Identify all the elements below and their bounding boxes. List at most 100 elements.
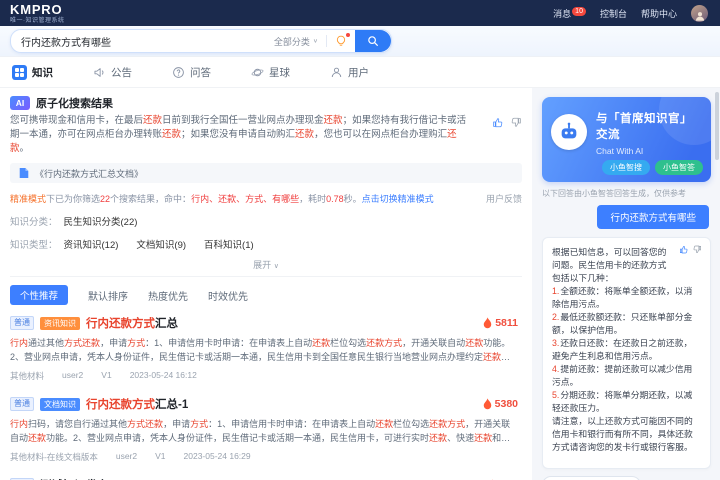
type-badge: 文档知识 [40, 397, 80, 411]
tab-label: 星球 [269, 66, 290, 79]
console-link[interactable]: 控制台 [600, 7, 627, 20]
category-selector[interactable]: 全部分类 ∨ [274, 35, 318, 48]
expand-toggle[interactable]: 展开 ∨ [10, 258, 522, 271]
messages-label: 消息 [553, 8, 572, 19]
tab-announcement[interactable]: 公告 [93, 65, 132, 80]
result-title[interactable]: 行内还款方式汇总-1 [86, 396, 188, 412]
answer-list-item: 2.最低还款额还款：只还账单部分金额，以保护信用。 [552, 312, 693, 335]
tab-knowledge[interactable]: 知识 [12, 64, 53, 80]
kmpro-app: KMPRO 唯一·知识管理系统 消息10 控制台 帮助中心 全部分类 ∨ [0, 0, 720, 480]
help-center-link[interactable]: 帮助中心 [641, 7, 677, 20]
sort-bar: 个性推荐 默认排序 热度优先 时效优先 [10, 285, 522, 305]
elapsed-time: 0.78 [326, 193, 344, 204]
chat-sidebar: 与「首席知识官」交流 Chat With AI 小鱼智搜 小鱼智答 以下回答由小… [532, 88, 720, 480]
flame-icon [483, 398, 491, 410]
level-badge: 普通 [10, 397, 34, 411]
doc-link-text: 《行内还款方式汇总文档》 [35, 168, 144, 179]
doc-link-box[interactable]: 《行内还款方式汇总文档》 [10, 163, 522, 183]
switch-mode-link[interactable]: 点击切换精准模式 [362, 192, 434, 205]
user-question-bubble[interactable]: 行内还款方式有哪些 [597, 205, 709, 229]
robot-icon [561, 122, 577, 139]
sort-tab[interactable]: 个性推荐 [10, 285, 69, 305]
answer-list-item: 4.提前还款：提前还款可以减少信用污点。 [552, 364, 693, 387]
tab-label: 公告 [111, 66, 132, 79]
heat-count: 5380 [483, 398, 518, 410]
answer-disclaimer: 以下回答由小鱼智答回答生成，仅供参考 [542, 189, 686, 198]
answer-feedback-actions [679, 245, 702, 254]
filter-type-option[interactable]: 百科知识(1) [204, 237, 254, 251]
logo-text: KMPRO [10, 1, 63, 17]
result-count: 22 [100, 193, 111, 204]
divider [326, 35, 327, 47]
filter-row-category: 知识分类： 民生知识分类(22) [10, 214, 522, 228]
expand-label: 展开 [253, 260, 272, 270]
result-header: 普通 文档知识 行内还款方式汇总-1 5380 [10, 396, 522, 412]
ai-badge: AI [10, 96, 30, 110]
sort-tab[interactable]: 热度优先 [148, 288, 188, 303]
sort-tab[interactable]: 默认排序 [88, 288, 128, 303]
precise-mode-label[interactable]: 精准模式 [10, 192, 46, 205]
search-input[interactable] [11, 35, 274, 47]
hit-keywords: 行内、还款、方式、有哪些 [191, 194, 300, 204]
search-mode-bar: 精准模式 下已为你筛选 22 个搜索结果，命中： 行内、还款、方式、有哪些 ，耗… [10, 192, 522, 205]
content: AI 原子化搜索结果 您可携带现金和信用卡，在最后还款日前到我行全国任一营业网点… [0, 88, 720, 480]
robot-avatar [551, 114, 587, 150]
thumbs-down-icon[interactable] [693, 245, 702, 254]
knowledge-grid-icon [12, 64, 27, 80]
source-row: 中国民生银行信... +4 更多 [542, 476, 711, 480]
tab-qa[interactable]: 问答 [172, 65, 211, 80]
answer-list-item: 3.还款日还款：在还款日之前还款，避免产生利息和信用污点。 [552, 338, 693, 361]
logo-tagline: 唯一·知识管理系统 [10, 17, 65, 24]
scrollbar[interactable] [715, 92, 719, 160]
result-meta: 其他材料-在线文档版本 user2 V1 2023-05-24 16:29 [10, 451, 251, 462]
filter-type-option[interactable]: 资讯知识(12) [64, 237, 119, 251]
tab-planet[interactable]: 星球 [251, 65, 290, 80]
messages-badge: 10 [572, 6, 586, 16]
person-icon [695, 11, 704, 21]
megaphone-icon [94, 67, 104, 77]
result-meta: 其他材料 user2 V1 2023-05-24 16:12 [10, 370, 197, 381]
messages-link[interactable]: 消息 10 [553, 6, 586, 20]
ai-summary-header: AI 原子化搜索结果 [10, 95, 522, 111]
smart-answer-pill[interactable]: 小鱼智答 [655, 160, 703, 175]
kmpro-logo[interactable]: KMPRO 唯一·知识管理系统 [10, 3, 65, 24]
answer-list-item: 1.全额还款：将账单全额还款，以消除信用污点。 [552, 286, 693, 309]
search-results-panel: AI 原子化搜索结果 您可携带现金和信用卡，在最后还款日前到我行全国任一营业网点… [0, 88, 532, 480]
filter-type-options: 资讯知识(12) 文档知识(9) 百科知识(1) [64, 237, 254, 251]
category-label: 全部分类 [273, 36, 310, 47]
ai-summary-title: 原子化搜索结果 [36, 98, 113, 110]
mode-text: 下已为你筛选 [46, 194, 101, 204]
result-snippet: 行内扫码，请您自行通过其他方式还款，申请方式：1、申请信用卡时申请：在申请表上自… [10, 419, 511, 443]
search-result-item: 普通 资讯知识 行内还款方式汇总 5811 行内通过其他方式还款，申请方式：1、申请信用… [10, 315, 522, 382]
result-header: 普通 资讯知识 行内还款方式汇总 5811 [10, 315, 522, 331]
chat-ai-card[interactable]: 与「首席知识官」交流 Chat With AI 小鱼智搜 小鱼智答 [542, 97, 711, 182]
sort-tab[interactable]: 时效优先 [208, 288, 248, 303]
heat-count: 5811 [483, 317, 518, 329]
search-button[interactable] [355, 30, 391, 52]
document-icon [19, 168, 29, 178]
lightbulb-icon[interactable] [335, 33, 350, 47]
source-tag[interactable]: 中国民生银行信... [542, 476, 641, 480]
tab-label: 问答 [190, 66, 211, 79]
module-tabs: 知识 公告 问答 星球 用户 [0, 57, 720, 88]
user-feedback-link[interactable]: 用户反馈 [486, 192, 522, 205]
answer-list: 1.全额还款：将账单全额还款，以消除信用污点。 2.最低还款额还款：只还账单部分金… [552, 285, 701, 415]
result-title[interactable]: 行内还款方式汇总 [86, 315, 178, 331]
mode-text: 个搜索结果，命中： [110, 194, 192, 204]
answer-list-item: 5.分期还款：将账单分期还款，以减轻还款压力。 [552, 390, 693, 413]
thumbs-up-icon[interactable] [679, 245, 688, 254]
topbar-nav: 消息 10 控制台 帮助中心 [553, 4, 708, 22]
filter-label: 知识类型： [10, 240, 58, 251]
thumbs-up-icon[interactable] [492, 117, 503, 128]
user-avatar[interactable] [691, 4, 708, 22]
smart-search-pill[interactable]: 小鱼智搜 [602, 160, 650, 175]
filter-type-option[interactable]: 文档知识(9) [136, 237, 186, 251]
thumbs-down-icon[interactable] [511, 117, 522, 128]
planet-icon [251, 68, 264, 76]
tab-users[interactable]: 用户 [330, 65, 369, 80]
filter-category-value[interactable]: 民生知识分类(22) [64, 214, 138, 228]
tab-label: 用户 [348, 66, 369, 79]
ai-answer-bubble: 根据已知信息，可以回答您的问题。民生信用卡的还款方式包括以下几种： 1.全额还款… [542, 237, 711, 469]
question-icon [173, 66, 184, 78]
type-badge: 资讯知识 [40, 316, 80, 330]
